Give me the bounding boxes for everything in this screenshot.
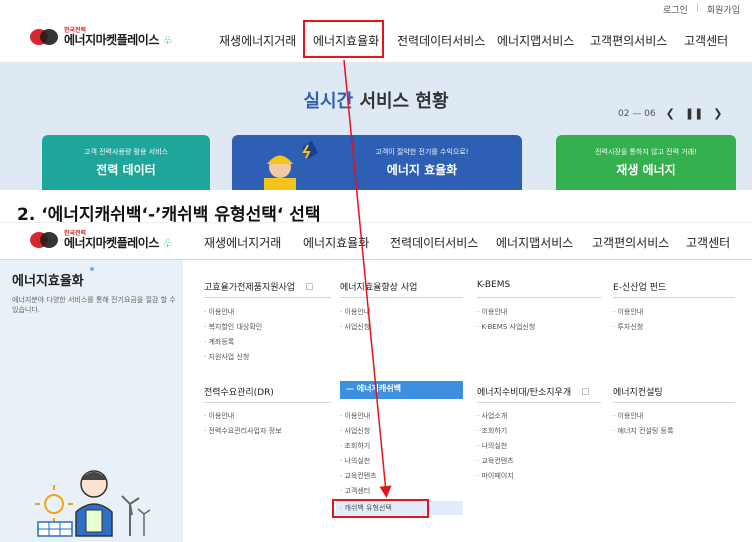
menu-item[interactable]: K-BEMS 사업신청 — [477, 322, 535, 332]
nav-energy-efficiency[interactable]: 에너지효율화 — [303, 234, 369, 251]
menu-item[interactable]: 이용안내 — [204, 307, 234, 317]
menu-item[interactable]: 계좌등록 — [204, 337, 234, 347]
section-description: 에너지분야 다양한 서비스를 통해 전기요금을 절감 할 수 있습니다. — [12, 296, 176, 314]
divider — [340, 297, 463, 298]
divider — [613, 297, 735, 298]
leaf-icon: ♧ — [162, 34, 173, 47]
sidebar-section-intro: 에너지효율화 에너지분야 다양한 서비스를 통해 전기요금을 절감 할 수 있습… — [0, 260, 183, 542]
menu-item[interactable]: 사업신청 — [340, 322, 370, 332]
utility-bar: 로그인 | 회원가입 — [0, 0, 752, 18]
hero-banner: 실시간 서비스 현황 02 — 06 ❮ ❚❚ ❯ 고객 전력사용량 활용 서비… — [0, 63, 752, 190]
logo-title: 에너지마켓플레이스 ♧ — [64, 236, 173, 250]
mega-menu-panel: 고효율가전제품지원사업☐ 이용안내 복지할인 대상확인 계좌등록 지원사업 신청… — [183, 260, 752, 542]
menu-item[interactable]: 교육컨텐츠 — [477, 456, 513, 466]
pager-count: 02 — 06 — [618, 108, 656, 119]
nav-renewable-trade[interactable]: 재생에너지거래 — [219, 32, 296, 49]
nav-customer-convenience[interactable]: 고객편의서비스 — [590, 32, 667, 49]
menu-item[interactable]: 복지할인 대상확인 — [204, 322, 262, 332]
menu-group-demand-response[interactable]: 전력수요관리(DR) — [204, 385, 274, 398]
menu-item[interactable]: 이용안내 — [477, 307, 507, 317]
menu-group-efficient-appliance[interactable]: 고효율가전제품지원사업 ☐ — [204, 280, 313, 293]
menu-item[interactable]: 조회하기 — [477, 426, 507, 436]
menu-item[interactable]: 에너지 컨설팅 등록 — [613, 426, 673, 436]
menu-item[interactable]: 나의실천 — [340, 456, 370, 466]
next-icon[interactable]: ❯ — [713, 107, 722, 120]
divider — [477, 297, 601, 298]
kepco-logo-icon — [30, 29, 60, 45]
menu-item[interactable]: 지원사업 신청 — [204, 352, 249, 362]
menu-group-k-bems[interactable]: K-BEMS — [477, 280, 510, 290]
nav-customer-convenience[interactable]: 고객편의서비스 — [592, 234, 669, 251]
global-nav: 한국전력 에너지마켓플레이스 ♧ 재생에너지거래 에너지효율화 전력데이터서비스… — [0, 18, 752, 63]
nav-power-data-service[interactable]: 전력데이터서비스 — [390, 234, 478, 251]
divider — [613, 402, 735, 403]
decor-dot — [90, 267, 94, 271]
menu-item[interactable]: 전력수요관리사업자 정보 — [204, 426, 281, 436]
nav-customer-center[interactable]: 고객센터 — [684, 32, 728, 49]
prev-icon[interactable]: ❮ — [666, 107, 675, 120]
external-link-icon: ☐ — [305, 283, 314, 293]
nav-customer-center[interactable]: 고객센터 — [686, 234, 730, 251]
menu-item[interactable]: 이용안내 — [340, 411, 370, 421]
carousel-pager: 02 — 06 ❮ ❚❚ ❯ — [618, 107, 723, 120]
menu-item[interactable]: 이용안내 — [613, 307, 643, 317]
site-logo[interactable]: 한국전력 에너지마켓플레이스 ♧ — [30, 231, 172, 249]
logo-title: 에너지마켓플레이스 ♧ — [64, 33, 173, 47]
engineer-illustration-icon — [264, 141, 318, 190]
menu-group-efficiency-program[interactable]: 에너지효율향상 사업 — [340, 280, 417, 293]
divider — [204, 402, 331, 403]
menu-item[interactable]: 조회하기 — [340, 441, 370, 451]
nav-renewable-trade[interactable]: 재생에너지거래 — [204, 234, 281, 251]
nav-power-data-service[interactable]: 전력데이터서비스 — [397, 32, 485, 49]
menu-item[interactable]: 이용안내 — [340, 307, 370, 317]
consultant-illustration-icon — [35, 470, 151, 537]
annotation-highlight-box — [332, 499, 429, 518]
service-card-renewable[interactable]: 전력시장을 통하지 않고 전력 거래! 재생 에너지 — [556, 135, 736, 190]
menu-item[interactable]: 마이페이지 — [477, 471, 513, 481]
section-title: 에너지효율화 — [12, 274, 84, 289]
global-nav-expanded: 한국전력 에너지마켓플레이스 ♧ 재생에너지거래 에너지효율화 전력데이터서비스… — [0, 223, 752, 260]
screenshot-mega-menu: 한국전력 에너지마켓플레이스 ♧ 재생에너지거래 에너지효율화 전력데이터서비스… — [0, 222, 752, 542]
menu-item[interactable]: 이용안내 — [204, 411, 234, 421]
menu-item[interactable]: 이용안내 — [613, 411, 643, 421]
screenshot-main-page: 로그인 | 회원가입 한국전력 에너지마켓플레이스 ♧ 재생에너지거래 에너지효… — [0, 0, 752, 190]
site-logo[interactable]: 한국전력 에너지마켓플레이스 ♧ — [30, 28, 172, 46]
nav-energy-map-service[interactable]: 에너지맵서비스 — [496, 234, 573, 251]
menu-item[interactable]: 사업소개 — [477, 411, 507, 421]
menu-group-energy-defense[interactable]: 에너지수비대/탄소지우개 ☐ — [477, 385, 589, 398]
menu-item[interactable]: 나의실천 — [477, 441, 507, 451]
menu-item[interactable]: 교육컨텐츠 — [340, 471, 376, 481]
pause-icon[interactable]: ❚❚ — [685, 107, 703, 120]
divider — [204, 297, 331, 298]
menu-group-energy-consulting[interactable]: 에너지컨설팅 — [613, 385, 663, 398]
annotation-highlight-box — [303, 20, 384, 58]
nav-energy-map-service[interactable]: 에너지맵서비스 — [497, 32, 574, 49]
service-card-power-data[interactable]: 고객 전력사용량 활용 서비스 전력 데이터 — [42, 135, 210, 190]
menu-group-energy-cashback[interactable]: — 에너지캐쉬백 — [340, 381, 463, 399]
divider — [477, 402, 601, 403]
kepco-logo-icon — [30, 232, 60, 248]
leaf-icon: ♧ — [162, 237, 173, 250]
service-card-energy-efficiency[interactable]: 고객이 절약한 전기를 수익으로! 에너지 효율화 — [232, 135, 522, 190]
menu-item[interactable]: 고객센터 — [340, 486, 370, 496]
menu-item[interactable]: 사업신청 — [340, 426, 370, 436]
external-link-icon: ☐ — [581, 388, 590, 398]
menu-group-e-fund[interactable]: E-신산업 펀드 — [613, 280, 666, 293]
login-link[interactable]: 로그인 — [663, 3, 688, 16]
signup-link[interactable]: 회원가입 — [707, 3, 740, 16]
divider: | — [695, 3, 699, 13]
menu-item[interactable]: 투자신청 — [613, 322, 643, 332]
